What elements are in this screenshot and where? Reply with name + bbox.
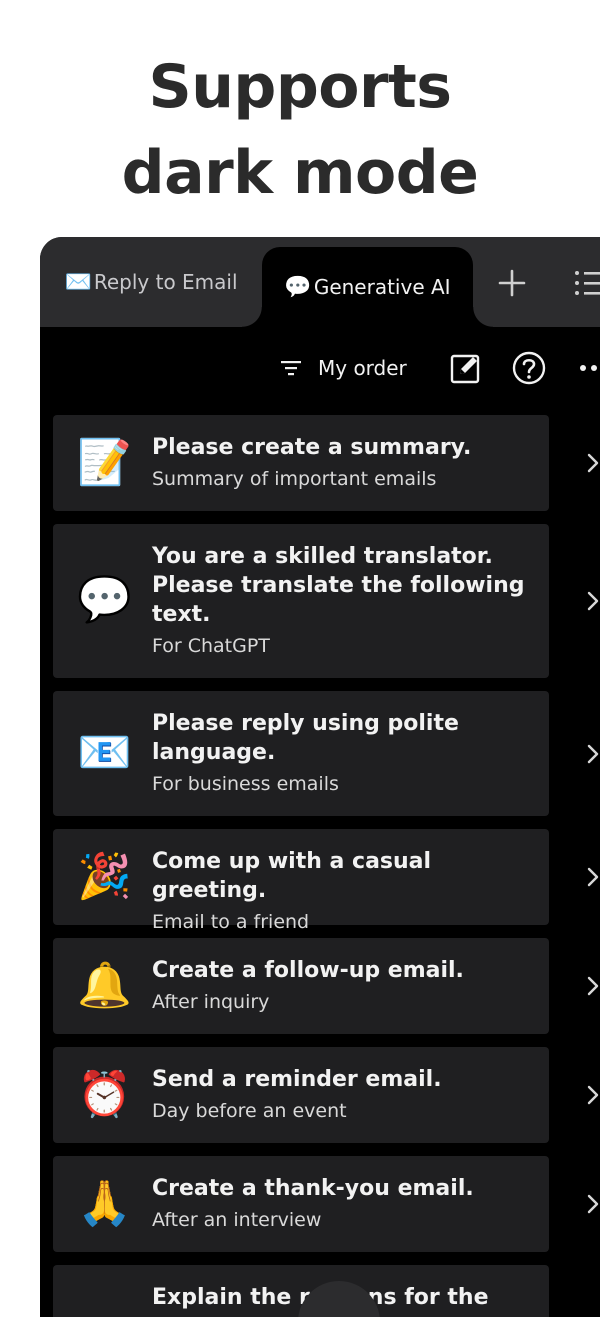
folded-hands-icon: 🙏 [77, 1178, 132, 1229]
alarm-clock-icon: ⏰ [77, 1069, 132, 1120]
chevron-right-icon[interactable] [586, 743, 600, 765]
chevron-right-icon[interactable] [586, 975, 600, 997]
chevron-right-icon[interactable] [586, 452, 600, 474]
memo-icon: 📝 [77, 437, 132, 488]
tab-bar: ✉️ Reply to Email 💬 Generative AI [40, 237, 600, 327]
add-tab-plus-icon[interactable] [492, 263, 532, 303]
tab-reply-to-email[interactable]: ✉️ Reply to Email [40, 237, 262, 327]
prompt-title: You are a skilled translator. Please tra… [152, 544, 525, 627]
prompt-title: Send a reminder email. [152, 1067, 442, 1092]
tab-reply-to-email-label: Reply to Email [93, 270, 238, 294]
more-options-icon[interactable] [578, 361, 600, 375]
tab-generative-ai-label: Generative AI [313, 275, 451, 299]
prompt-title: Create a thank-you email. [152, 1176, 474, 1201]
app-window: ✉️ Reply to Email 💬 Generative AI My ord… [40, 237, 600, 1317]
prompt-subtitle: Summary of important emails [152, 468, 437, 490]
prompt-subtitle: Day before an event [152, 1100, 347, 1122]
prompt-subtitle: After inquiry [152, 991, 270, 1013]
prompt-card-casual-greeting[interactable]: 🎉 Come up with a casual greeting. Email … [53, 829, 549, 933]
sort-order-label: My order [318, 356, 407, 380]
prompt-subtitle: Email to a friend [152, 911, 310, 933]
bell-icon: 🔔 [77, 960, 132, 1011]
headline-line-1: Supports [148, 52, 452, 122]
prompt-title: Please reply using polite language. [152, 711, 459, 765]
list-icon[interactable] [572, 269, 600, 297]
prompt-card-follow-up[interactable]: 🔔 Create a follow-up email. After inquir… [53, 938, 549, 1034]
chevron-right-icon[interactable] [586, 1084, 600, 1106]
prompt-card-thank-you[interactable]: 🙏 Create a thank-you email. After an int… [53, 1156, 549, 1252]
tab-generative-ai[interactable]: 💬 Generative AI [242, 247, 493, 327]
chevron-right-icon[interactable] [586, 590, 600, 612]
headline-line-2: dark mode [121, 138, 479, 208]
prompt-card-reminder[interactable]: ⏰ Send a reminder email. Day before an e… [53, 1047, 549, 1143]
prompt-subtitle: After an interview [152, 1209, 322, 1231]
prompt-subtitle: For ChatGPT [152, 635, 270, 657]
prompt-title: Please create a summary. [152, 435, 472, 460]
prompt-title: Come up with a casual greeting. [152, 849, 432, 903]
headline: Supports dark mode [0, 44, 600, 216]
prompt-card-translator[interactable]: 💬 You are a skilled translator. Please t… [53, 524, 549, 678]
speech-bubble-icon: 💬 [284, 274, 312, 300]
speech-bubble-icon: 💬 [77, 574, 132, 625]
sort-filter-icon [281, 361, 301, 376]
help-icon[interactable] [512, 351, 546, 385]
envelope-icon: ✉️ [64, 269, 92, 295]
email-icon: 📧 [77, 727, 132, 778]
chevron-right-icon[interactable] [586, 866, 600, 888]
party-popper-icon: 🎉 [77, 851, 132, 902]
prompt-card-polite-reply[interactable]: 📧 Please reply using polite language. Fo… [53, 691, 549, 816]
chevron-right-icon[interactable] [586, 1193, 600, 1215]
sort-order-button[interactable]: My order [280, 352, 407, 384]
prompt-subtitle: For business emails [152, 773, 339, 795]
prompt-title: Create a follow-up email. [152, 958, 464, 983]
edit-icon[interactable] [450, 352, 482, 384]
prompt-card-summary[interactable]: 📝 Please create a summary. Summary of im… [53, 415, 549, 511]
